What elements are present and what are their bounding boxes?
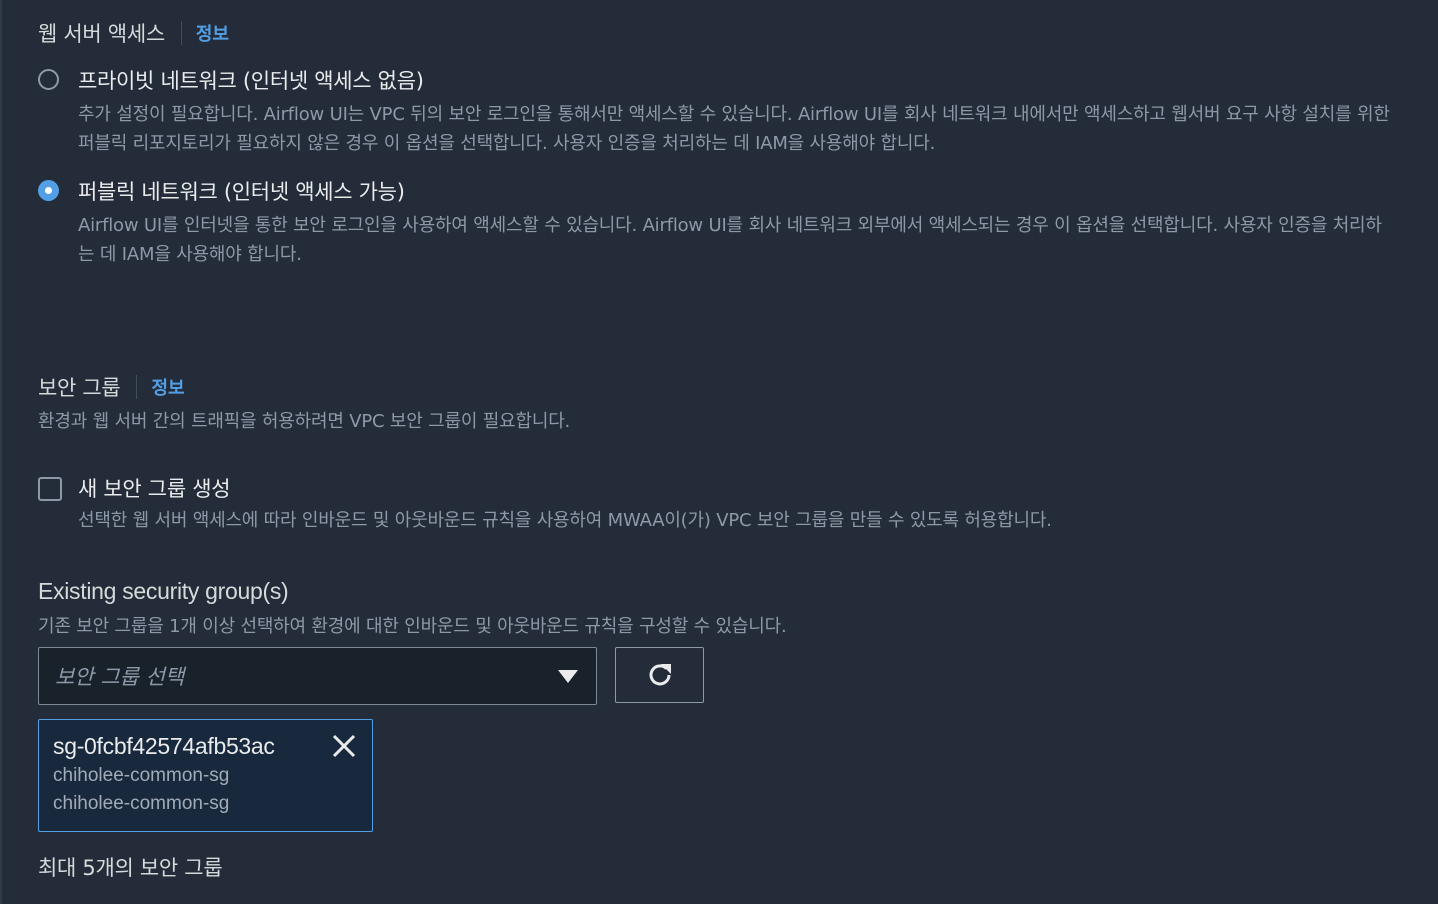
create-security-group-body: 새 보안 그룹 생성 선택한 웹 서버 액세스에 따라 인바운드 및 아웃바운드… — [78, 476, 1398, 535]
max-security-groups-note: 최대 5개의 보안 그룹 — [38, 856, 223, 880]
selected-security-group-token: sg-0fcbf42574afb53ac chiholee-common-sg … — [38, 719, 373, 832]
radio-private-network[interactable] — [38, 69, 59, 90]
create-security-group-option[interactable]: 새 보안 그룹 생성 선택한 웹 서버 액세스에 따라 인바운드 및 아웃바운드… — [38, 476, 1398, 535]
security-group-info-link[interactable]: 정보 — [151, 374, 184, 400]
token-security-group-id: sg-0fcbf42574afb53ac — [53, 733, 275, 759]
web-server-access-info-link[interactable]: 정보 — [196, 20, 229, 46]
heading-separator — [136, 375, 138, 399]
radio-public-network-body: 퍼블릭 네트워크 (인터넷 액세스 가능) Airflow UI를 인터넷을 통… — [78, 179, 1398, 269]
radio-option-private-network[interactable]: 프라이빗 네트워크 (인터넷 액세스 없음) 추가 설정이 필요합니다. Air… — [38, 68, 1398, 158]
existing-security-groups-heading: Existing security group(s) — [38, 578, 289, 604]
radio-private-network-label[interactable]: 프라이빗 네트워크 (인터넷 액세스 없음) — [78, 68, 1398, 94]
token-security-group-name: chiholee-common-sg — [53, 765, 230, 786]
web-server-access-heading: 웹 서버 액세스 — [38, 22, 165, 46]
security-group-heading: 보안 그룹 — [38, 376, 121, 400]
create-security-group-description: 선택한 웹 서버 액세스에 따라 인바운드 및 아웃바운드 규칙을 사용하여 M… — [78, 510, 1052, 531]
refresh-icon — [649, 664, 671, 686]
caret-down-icon — [558, 669, 578, 683]
refresh-button[interactable] — [615, 647, 704, 703]
radio-public-network[interactable] — [38, 180, 59, 201]
radio-public-network-label[interactable]: 퍼블릭 네트워크 (인터넷 액세스 가능) — [78, 179, 1398, 205]
token-security-group-description: chiholee-common-sg — [53, 793, 230, 814]
existing-security-groups-header: Existing security group(s) — [38, 578, 289, 605]
security-group-header: 보안 그룹 정보 — [38, 372, 185, 402]
radio-option-public-network[interactable]: 퍼블릭 네트워크 (인터넷 액세스 가능) Airflow UI를 인터넷을 통… — [38, 179, 1398, 269]
security-group-description: 환경과 웹 서버 간의 트래픽을 허용하려면 VPC 보안 그룹이 필요합니다. — [38, 411, 571, 432]
create-security-group-label[interactable]: 새 보안 그룹 생성 — [78, 476, 1398, 502]
existing-security-groups-description: 기존 보안 그룹을 1개 이상 선택하여 환경에 대한 인바운드 및 아웃바운드… — [38, 616, 787, 637]
panel-left-border — [0, 0, 2, 904]
radio-public-network-description: Airflow UI를 인터넷을 통한 보안 로그인을 사용하여 액세스할 수 … — [78, 215, 1382, 265]
security-group-select-placeholder: 보안 그룹 선택 — [55, 665, 185, 689]
remove-token-button[interactable] — [330, 732, 358, 760]
heading-separator — [180, 21, 182, 45]
radio-private-network-body: 프라이빗 네트워크 (인터넷 액세스 없음) 추가 설정이 필요합니다. Air… — [78, 68, 1398, 158]
close-icon — [332, 734, 356, 758]
radio-private-network-description: 추가 설정이 필요합니다. Airflow UI는 VPC 뒤의 보안 로그인을… — [78, 104, 1390, 154]
create-security-group-checkbox[interactable] — [38, 477, 62, 501]
web-server-access-header: 웹 서버 액세스 정보 — [38, 18, 229, 48]
security-group-select[interactable]: 보안 그룹 선택 — [38, 647, 597, 705]
